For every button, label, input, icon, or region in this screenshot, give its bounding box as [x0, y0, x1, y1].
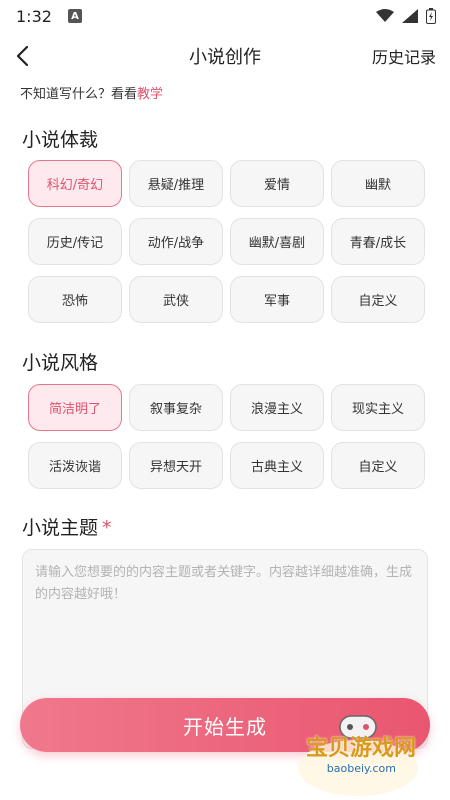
style-option[interactable]: 活泼诙谐 — [28, 442, 122, 489]
style-option[interactable]: 简洁明了 — [28, 384, 122, 431]
back-icon[interactable] — [12, 44, 36, 68]
genre-option[interactable]: 爱情 — [230, 160, 324, 207]
style-option[interactable]: 古典主义 — [230, 442, 324, 489]
status-time: 1:32 — [16, 6, 52, 26]
notification-icon: A — [67, 9, 82, 23]
signal-icon — [402, 9, 418, 23]
battery-icon — [426, 8, 436, 24]
tutorial-link[interactable]: 教学 — [137, 87, 163, 102]
status-bar: 1:32 A — [0, 0, 450, 32]
header: 小说创作 历史记录 — [0, 36, 450, 76]
genre-option[interactable]: 军事 — [230, 276, 324, 323]
genre-option[interactable]: 历史/传记 — [28, 218, 122, 265]
genre-option[interactable]: 悬疑/推理 — [129, 160, 223, 207]
genre-option[interactable]: 幽默/喜剧 — [230, 218, 324, 265]
genre-option[interactable]: 幽默 — [331, 160, 425, 207]
topic-title-label: 小说主题 — [22, 517, 99, 539]
style-option[interactable]: 叙事复杂 — [129, 384, 223, 431]
hint-prefix: 不知道写什么？看看 — [20, 87, 138, 102]
genre-options: 科幻/奇幻 悬疑/推理 爱情 幽默历史/传记 动作/战争 幽默/喜剧 青春/成长恐怖 武侠 军事… — [28, 160, 428, 323]
hint-text: 不知道写什么？看看教学 — [20, 83, 163, 102]
topic-title: 小说主题 * — [22, 513, 112, 540]
style-option[interactable]: 异想天开 — [129, 442, 223, 489]
style-option[interactable]: 现实主义 — [331, 384, 425, 431]
style-title: 小说风格 — [22, 352, 99, 374]
style-options: 简洁明了 叙事复杂 浪漫主义 现实主义活泼诙谐 异想天开 古典主义 自定义 — [28, 384, 428, 489]
genre-option[interactable]: 动作/战争 — [129, 218, 223, 265]
required-mark: * — [102, 517, 112, 539]
watermark-text: 宝贝游戏网 — [305, 736, 416, 761]
page-title: 小说创作 — [189, 47, 261, 68]
genre-option[interactable]: 自定义 — [331, 276, 425, 323]
history-button[interactable]: 历史记录 — [372, 44, 436, 68]
watermark-url: baobeiy.com — [326, 762, 396, 775]
genre-option[interactable]: 武侠 — [129, 276, 223, 323]
wifi-icon — [376, 9, 394, 23]
genre-option[interactable]: 恐怖 — [28, 276, 122, 323]
style-option[interactable]: 自定义 — [331, 442, 425, 489]
status-icons — [376, 8, 436, 24]
style-option[interactable]: 浪漫主义 — [230, 384, 324, 431]
genre-title: 小说体裁 — [22, 129, 99, 151]
genre-option[interactable]: 科幻/奇幻 — [28, 160, 122, 207]
genre-option[interactable]: 青春/成长 — [331, 218, 425, 265]
